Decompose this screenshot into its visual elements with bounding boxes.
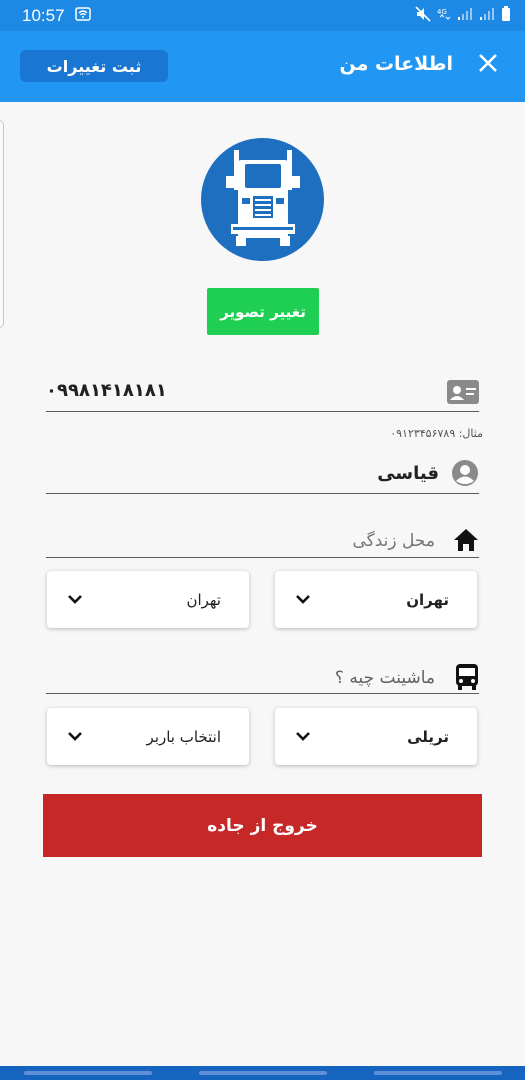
exit-road-button[interactable]: خروج از جاده <box>43 794 482 857</box>
signal-icon <box>457 7 473 25</box>
province-value: تهران <box>406 591 449 609</box>
person-icon <box>451 459 479 491</box>
app-bar: اطلاعات من ثبت تغییرات <box>0 31 525 102</box>
nav-handle[interactable] <box>373 1071 502 1075</box>
city-dropdown[interactable]: تهران <box>47 571 249 628</box>
name-input[interactable]: قیاسی <box>377 463 439 484</box>
phone-hint: مثال: ۰۹۱۲۳۴۵۶۷۸۹ <box>390 427 483 440</box>
change-photo-button[interactable]: تغییر تصویر <box>207 288 319 335</box>
carrier-dropdown[interactable]: انتخاب باربر <box>47 708 249 765</box>
carrier-placeholder: انتخاب باربر <box>146 728 221 746</box>
vehicle-type-dropdown[interactable]: تریلی <box>275 708 477 765</box>
bus-icon <box>455 664 479 694</box>
chevron-down-icon <box>67 727 83 746</box>
system-nav-bar <box>0 1066 525 1080</box>
battery-icon <box>501 5 511 26</box>
chevron-down-icon <box>295 727 311 746</box>
close-icon <box>477 52 499 78</box>
vehicle-label: ماشینت چیه ؟ <box>334 668 435 688</box>
save-changes-button[interactable]: ثبت تغییرات <box>20 50 168 82</box>
vehicle-field: ماشینت چیه ؟ <box>46 660 479 694</box>
contact-card-icon <box>447 380 479 408</box>
avatar <box>201 138 324 261</box>
wifi-calling-icon <box>74 6 91 25</box>
name-field[interactable]: قیاسی <box>46 455 479 494</box>
home-icon <box>453 528 479 556</box>
chevron-down-icon <box>295 590 311 609</box>
mute-icon <box>415 5 431 26</box>
status-bar: 10:57 4G <box>0 0 525 31</box>
city-value: تهران <box>186 591 221 609</box>
page-title: اطلاعات من <box>339 53 453 75</box>
signal-icon <box>479 7 495 25</box>
phone-input[interactable]: ۰۹۹۸۱۴۱۸۱۸۱ <box>46 380 167 401</box>
nav-handle[interactable] <box>198 1071 327 1075</box>
residence-label: محل زندگی <box>352 531 436 551</box>
residence-field: محل زندگی <box>46 525 479 558</box>
vehicle-type-value: تریلی <box>407 728 449 746</box>
truck-icon <box>223 149 303 250</box>
chevron-down-icon <box>67 590 83 609</box>
province-dropdown[interactable]: تهران <box>275 571 477 628</box>
phone-field[interactable]: ۰۹۹۸۱۴۱۸۱۸۱ <box>46 374 479 412</box>
close-button[interactable] <box>473 50 503 80</box>
status-time: 10:57 <box>22 5 65 25</box>
drawer-handle[interactable] <box>0 120 4 328</box>
4g-icon: 4G <box>437 6 451 26</box>
nav-handle[interactable] <box>23 1071 152 1075</box>
